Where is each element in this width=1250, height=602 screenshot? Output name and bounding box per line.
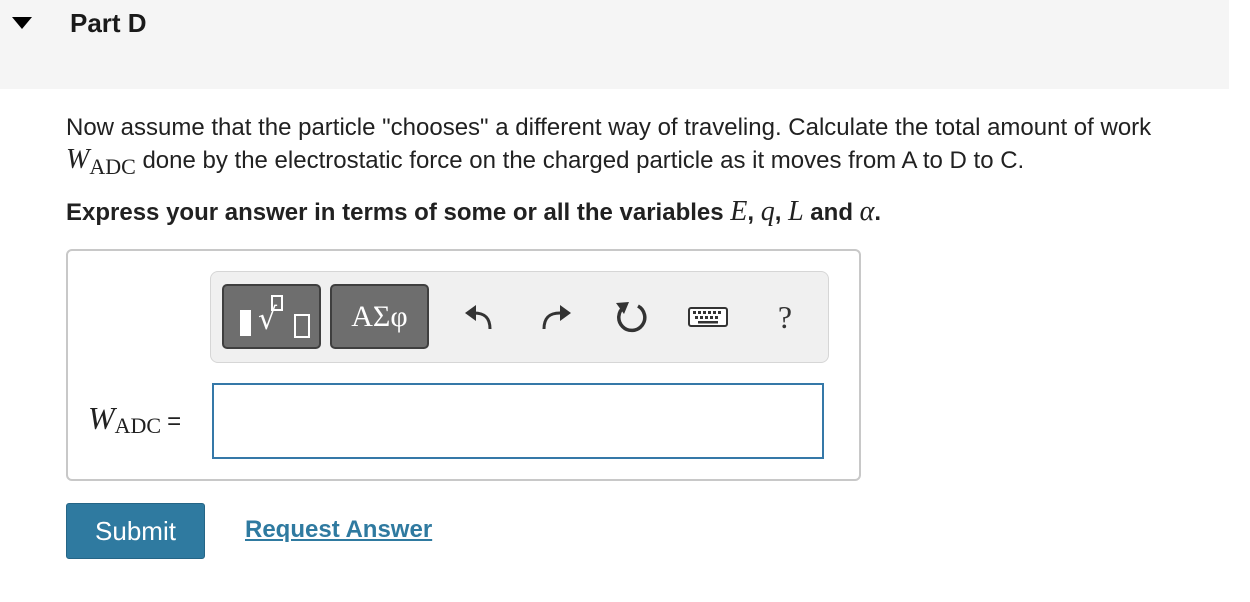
equals-sign: = xyxy=(167,408,182,435)
instructions-end: . xyxy=(874,199,882,226)
answer-input[interactable] xyxy=(212,383,824,459)
reset-icon[interactable] xyxy=(612,297,652,337)
answer-symbol: W xyxy=(88,400,115,436)
undo-icon[interactable] xyxy=(460,297,500,337)
question-text: Now assume that the particle "chooses" a… xyxy=(66,112,1206,179)
instructions-prefix: Express your answer in terms of some or … xyxy=(66,199,731,226)
request-answer-link[interactable]: Request Answer xyxy=(245,516,432,544)
part-header: Part D xyxy=(0,0,1229,89)
var-e: E xyxy=(730,196,748,227)
answer-instructions: Express your answer in terms of some or … xyxy=(66,196,881,228)
submit-button[interactable]: Submit xyxy=(66,503,205,559)
question-text-after: done by the electrostatic force on the c… xyxy=(135,147,1025,174)
templates-button[interactable]: √ xyxy=(222,284,321,349)
answer-subscript: ADC xyxy=(114,413,162,438)
question-text-before: Now assume that the particle "chooses" a… xyxy=(66,114,1152,141)
work-subscript: ADC xyxy=(89,154,136,179)
template-block-icon xyxy=(240,310,251,336)
work-symbol: W xyxy=(66,144,90,175)
sqrt-icon: √ xyxy=(258,302,278,337)
part-title: Part D xyxy=(70,8,147,38)
answer-label: WADC = xyxy=(88,400,182,438)
symbols-label: ΑΣφ xyxy=(351,299,408,333)
redo-icon[interactable] xyxy=(536,297,576,337)
help-icon[interactable]: ? xyxy=(770,297,800,337)
symbols-button[interactable]: ΑΣφ xyxy=(330,284,429,349)
instructions-sep1: , xyxy=(747,199,761,226)
var-l: L xyxy=(788,196,804,227)
collapse-triangle-icon[interactable] xyxy=(12,17,32,29)
var-q: q xyxy=(760,196,775,227)
keyboard-icon[interactable] xyxy=(686,297,728,337)
template-box-icon xyxy=(294,314,310,338)
instructions-and: and xyxy=(803,199,860,226)
var-alpha: α xyxy=(859,196,875,227)
instructions-sep2: , xyxy=(774,199,789,226)
